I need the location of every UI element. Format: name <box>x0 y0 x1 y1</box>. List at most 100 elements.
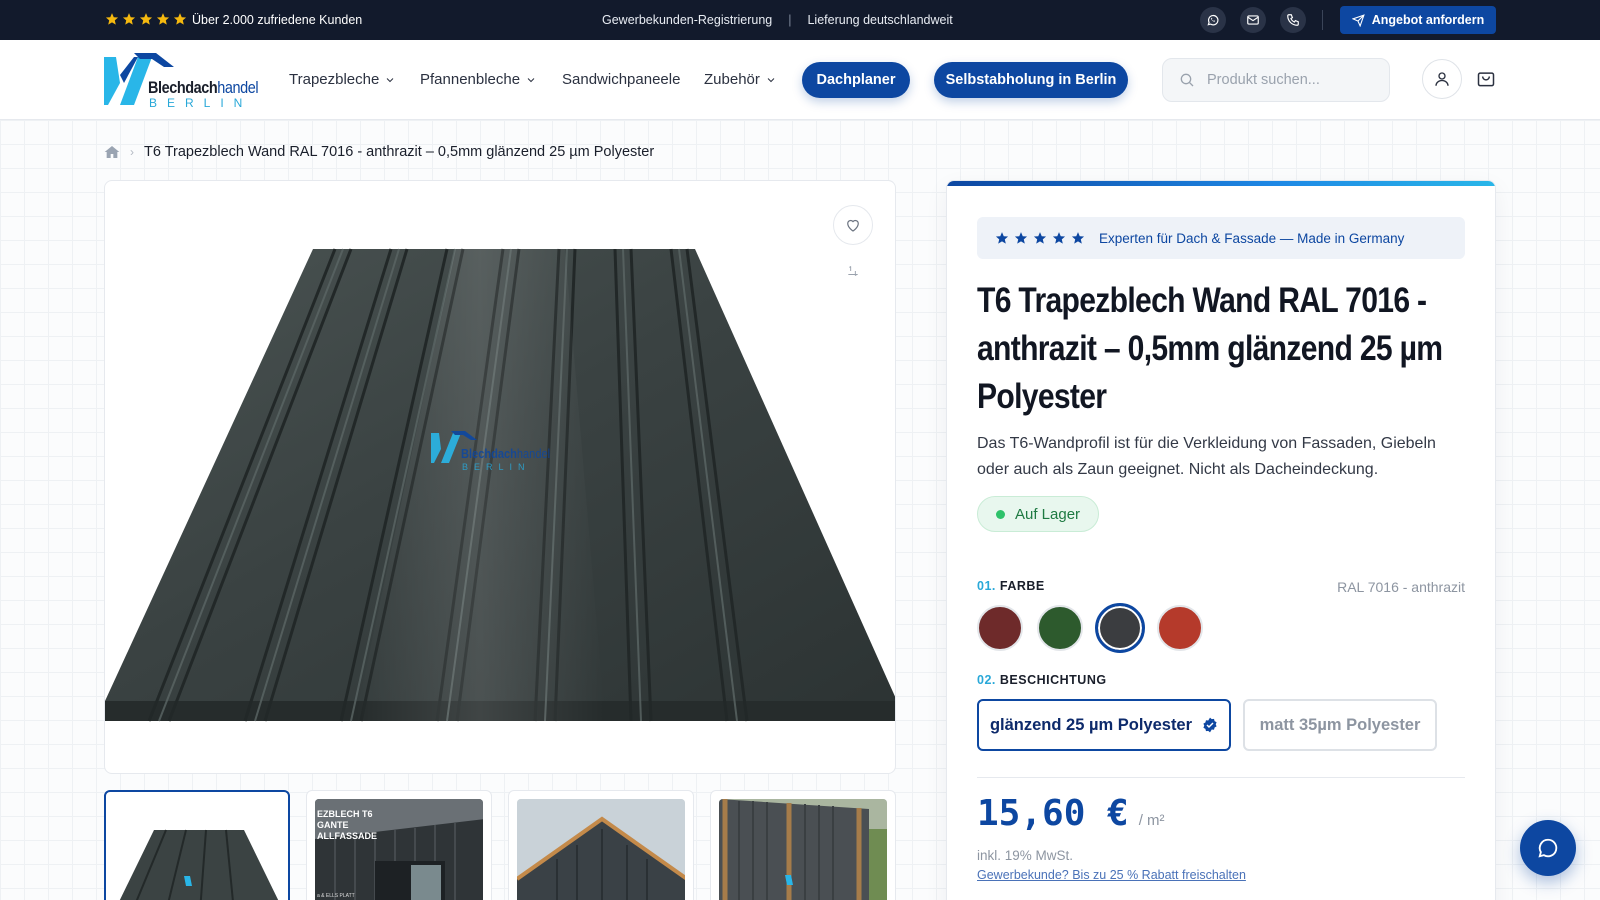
product-description: Das T6-Wandprofil ist für die Verkleidun… <box>977 435 1436 478</box>
product-image[interactable]: Blechdachhandel BERLIN <box>104 180 896 774</box>
star-icon <box>995 232 1009 244</box>
user-icon <box>1435 72 1449 86</box>
b2b-discount-link[interactable]: Gewerbekunde? Bis zu 25 % Rabatt freisch… <box>977 868 1246 882</box>
section-title: FARBE <box>999 579 1045 593</box>
thumbnail-image <box>119 829 279 900</box>
nav-pfannenbleche[interactable]: Pfannenbleche <box>420 71 537 88</box>
chevron-right-icon: › <box>130 145 134 159</box>
top-bar: Über 2.000 zufriedene Kunden Gewerbekund… <box>0 0 1600 40</box>
stock-badge: Auf Lager <box>977 496 1100 532</box>
thumb-text-line: EZBLECH T6 <box>317 809 373 819</box>
nav-sandwichpaneele[interactable]: Sandwichpaneele <box>562 71 680 88</box>
star-icon <box>105 13 119 25</box>
breadcrumb: › T6 Trapezblech Wand RAL 7016 - anthraz… <box>104 144 654 160</box>
coating-option-glossy[interactable]: glänzend 25 µm Polyester <box>977 699 1231 751</box>
watermark-main: Blechdach <box>461 446 517 461</box>
thumbnail-3[interactable] <box>508 790 694 900</box>
phone-icon[interactable] <box>1280 7 1306 33</box>
roof-planner-button[interactable]: Dachplaner <box>802 62 910 98</box>
coating-section-label: 02. BESCHICHTUNG <box>977 673 1107 687</box>
request-offer-button[interactable]: Angebot anfordern <box>1340 6 1496 34</box>
rating-stars <box>105 12 187 26</box>
stock-label: Auf Lager <box>1015 505 1081 523</box>
image-watermark-sub: BERLIN <box>462 462 531 472</box>
thumbnail-caption: EZBLECH T6 GANTE ALLFASSADE <box>317 809 377 842</box>
nav-zubehoer[interactable]: Zubehör <box>704 71 777 88</box>
selected-color-value: RAL 7016 - anthrazit <box>1337 579 1465 595</box>
account-button[interactable] <box>1422 59 1462 99</box>
search-input[interactable] <box>1207 72 1377 88</box>
cart-icon <box>1477 72 1495 87</box>
logo-subtext: BERLIN <box>149 96 253 110</box>
price-amount: 15,60 € <box>977 793 1129 834</box>
nav-trapezbleche[interactable]: Trapezbleche <box>289 71 396 88</box>
nav-label: Pfannenbleche <box>420 71 521 88</box>
color-swatch-red-brown[interactable] <box>977 605 1023 651</box>
logo[interactable]: Blechdachhandel BERLIN <box>104 53 264 110</box>
verified-check-icon <box>1203 717 1217 733</box>
price-unit: / m² <box>1138 812 1165 829</box>
logo-text-accent: handel <box>217 78 259 97</box>
thumbnail-1[interactable] <box>104 790 290 900</box>
star-icon <box>122 13 136 25</box>
tax-note: inkl. 19% MwSt. <box>977 848 1074 863</box>
image-watermark: Blechdachhandel <box>461 446 550 461</box>
divider <box>977 777 1465 778</box>
divider <box>1322 10 1323 30</box>
heart-icon <box>847 219 859 232</box>
watermark-accent: handel <box>516 446 551 461</box>
home-icon[interactable] <box>104 145 120 159</box>
logo-text: Blechdachhandel <box>148 78 259 98</box>
star-icon <box>1033 232 1047 244</box>
mail-icon[interactable] <box>1240 7 1266 33</box>
thumb-text-line: ALLFASSADE <box>317 831 378 841</box>
star-icon <box>1052 232 1066 244</box>
nav-label: Zubehör <box>704 71 760 88</box>
thumbnail-image <box>517 799 685 900</box>
section-number: 02. <box>977 673 996 687</box>
compare-icon[interactable] <box>838 256 868 286</box>
delivery-info: Lieferung deutschlandweit <box>807 13 953 27</box>
rating-text: Über 2.000 zufriedene Kunden <box>192 13 363 27</box>
nav-label: Trapezbleche <box>289 71 380 88</box>
chat-bubble-icon <box>1538 838 1558 858</box>
star-icon <box>139 13 153 25</box>
thumb-text-line: GANTE <box>317 820 349 830</box>
star-icon <box>1014 232 1028 244</box>
b2b-registration-link[interactable]: Gewerbekunden-Registrierung <box>602 13 772 27</box>
cart-button[interactable] <box>1474 67 1498 91</box>
stock-dot <box>996 509 1005 519</box>
chevron-down-icon <box>386 77 394 82</box>
color-swatch-red[interactable] <box>1157 605 1203 651</box>
star-icon <box>156 13 170 25</box>
color-swatch-green[interactable] <box>1037 605 1083 651</box>
thumbnail-subcaption: a & ELLS PLATT <box>317 893 355 899</box>
thumbnail-4[interactable] <box>710 790 896 900</box>
wishlist-button[interactable] <box>833 205 873 245</box>
price-block: 15,60 € / m² <box>977 793 1165 834</box>
product-title: T6 Trapezblech Wand RAL 7016 - anthrazit… <box>977 281 1443 416</box>
expert-banner: Experten für Dach & Fassade — Made in Ge… <box>977 217 1465 259</box>
pickup-berlin-button[interactable]: Selbstabholung in Berlin <box>934 62 1128 98</box>
send-icon <box>1351 13 1365 27</box>
coating-label: glänzend 25 µm Polyester <box>989 715 1193 734</box>
logo-text-main: Blechdach <box>148 78 218 97</box>
panel-accent-line <box>947 181 1495 186</box>
section-title: BESCHICHTUNG <box>999 673 1107 687</box>
color-swatch-anthracite[interactable] <box>1095 603 1145 653</box>
whatsapp-icon[interactable] <box>1200 7 1226 33</box>
chevron-down-icon <box>527 77 535 82</box>
star-icon <box>1071 232 1085 244</box>
expert-text: Experten für Dach & Fassade — Made in Ge… <box>1099 230 1405 246</box>
expert-stars <box>995 231 1085 245</box>
separator: | <box>788 13 792 27</box>
request-offer-label: Angebot anfordern <box>1371 13 1485 27</box>
product-panel: Experten für Dach & Fassade — Made in Ge… <box>946 180 1496 900</box>
thumbnail-2[interactable]: EZBLECH T6 GANTE ALLFASSADE a & ELLS PLA… <box>306 790 492 900</box>
breadcrumb-current: T6 Trapezblech Wand RAL 7016 - anthrazit… <box>144 144 655 160</box>
coating-option-matt[interactable]: matt 35µm Polyester <box>1243 699 1437 751</box>
section-number: 01. <box>977 579 996 593</box>
search-box[interactable] <box>1162 58 1390 102</box>
thumbnail-image <box>719 799 887 900</box>
chat-button[interactable] <box>1520 820 1576 876</box>
